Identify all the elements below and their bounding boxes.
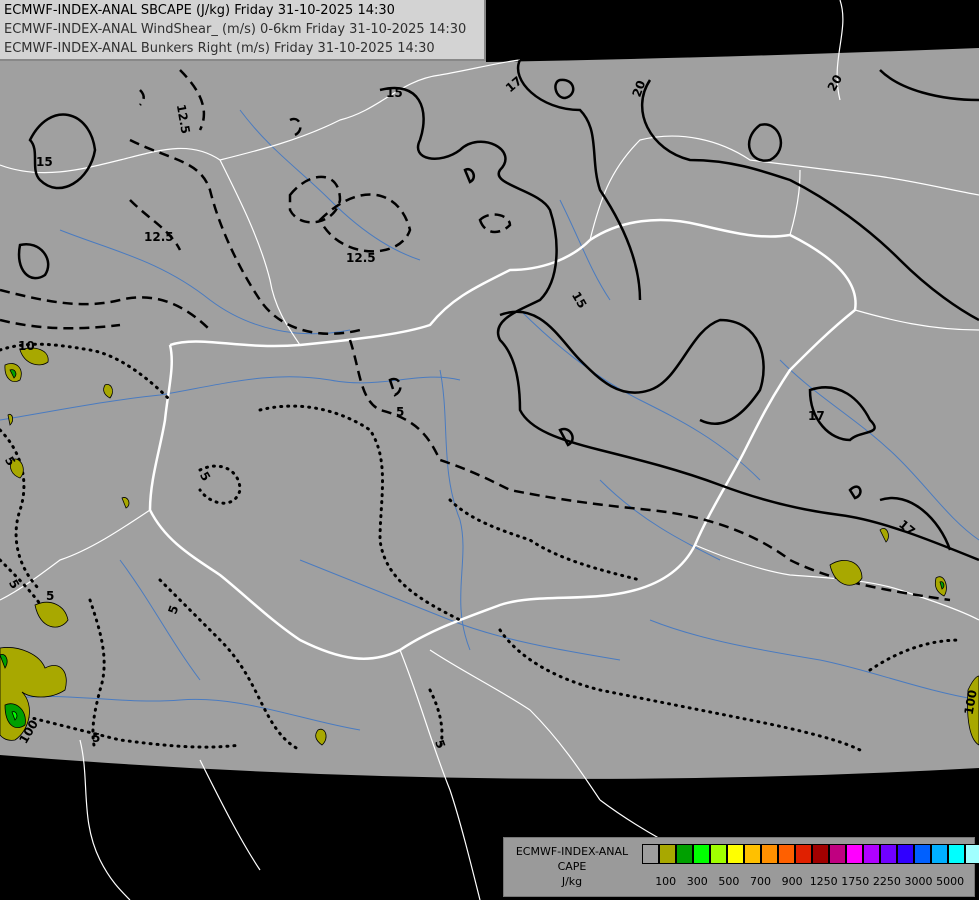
map-header: ECMWF-INDEX-ANAL SBCAPE (J/kg) Friday 31… (0, 0, 486, 61)
legend-swatch (931, 844, 948, 864)
label-bunkers-5f: 5 (396, 405, 404, 419)
legend-swatch (693, 844, 710, 864)
header-line-bunkers: ECMWF-INDEX-ANAL Bunkers Right (m/s) Fri… (4, 41, 435, 56)
legend-tick-label: 100 (655, 875, 677, 888)
legend-swatch (880, 844, 897, 864)
legend-tick-label: 500 (718, 875, 740, 888)
legend-swatch (744, 844, 761, 864)
legend-swatch (914, 844, 931, 864)
label-shear-15a: 15 (36, 155, 53, 169)
legend-tick-label: 5000 (936, 875, 965, 888)
legend-tick-label: 1250 (809, 875, 838, 888)
legend-tick-label: 1750 (841, 875, 870, 888)
legend-tick-label: 3000 (904, 875, 933, 888)
legend-swatch (642, 844, 659, 864)
legend-swatch (812, 844, 829, 864)
legend-title-source: ECMWF-INDEX-ANAL (515, 845, 629, 858)
header-line-windshear: ECMWF-INDEX-ANAL WindShear_ (m/s) 0-6km … (4, 22, 467, 37)
legend-swatch (727, 844, 744, 864)
legend-swatch (863, 844, 880, 864)
legend-swatches (642, 844, 979, 866)
legend-tick-label: 300 (686, 875, 708, 888)
legend-swatch (948, 844, 965, 864)
label-shear-10: 10 (18, 339, 35, 353)
legend-swatch (829, 844, 846, 864)
legend-tick-label: 900 (781, 875, 803, 888)
legend-title-unit: J/kg (561, 875, 583, 888)
header-line-cape: ECMWF-INDEX-ANAL SBCAPE (J/kg) Friday 31… (4, 3, 395, 18)
legend-swatch (676, 844, 693, 864)
label-shear-17b: 17 (808, 409, 825, 423)
legend-title: ECMWF-INDEX-ANAL CAPE J/kg (506, 844, 638, 889)
legend-title-variable: CAPE (557, 860, 587, 873)
label-shear-15b: 15 (386, 86, 403, 100)
label-bunkers-5h: 5 (46, 589, 54, 603)
legend-swatch (846, 844, 863, 864)
legend-tick-label: 2250 (872, 875, 901, 888)
cape-legend: ECMWF-INDEX-ANAL CAPE J/kg 100 300 500 700 9… (503, 837, 979, 897)
label-bunkers-5c: 5 (92, 731, 100, 745)
legend-swatch (761, 844, 778, 864)
legend-swatch (795, 844, 812, 864)
legend-swatch (778, 844, 795, 864)
label-shear-12-5c: 12.5 (346, 251, 376, 265)
model-domain (0, 0, 979, 779)
legend-swatch (965, 844, 979, 864)
legend-ticks: 100 300 500 700 900 1250 1750 2250 3000 5000 (642, 875, 972, 889)
legend-swatch (897, 844, 914, 864)
map-viewer: 15 12.5 12.5 12.5 15 20 20 15 17 17 17 1… (0, 0, 979, 900)
legend-tick-label: 700 (750, 875, 771, 888)
legend-swatch (710, 844, 727, 864)
legend-swatch (659, 844, 676, 864)
label-shear-12-5b: 12.5 (144, 230, 174, 244)
weather-map: 15 12.5 12.5 12.5 15 20 20 15 17 17 17 1… (0, 0, 979, 900)
